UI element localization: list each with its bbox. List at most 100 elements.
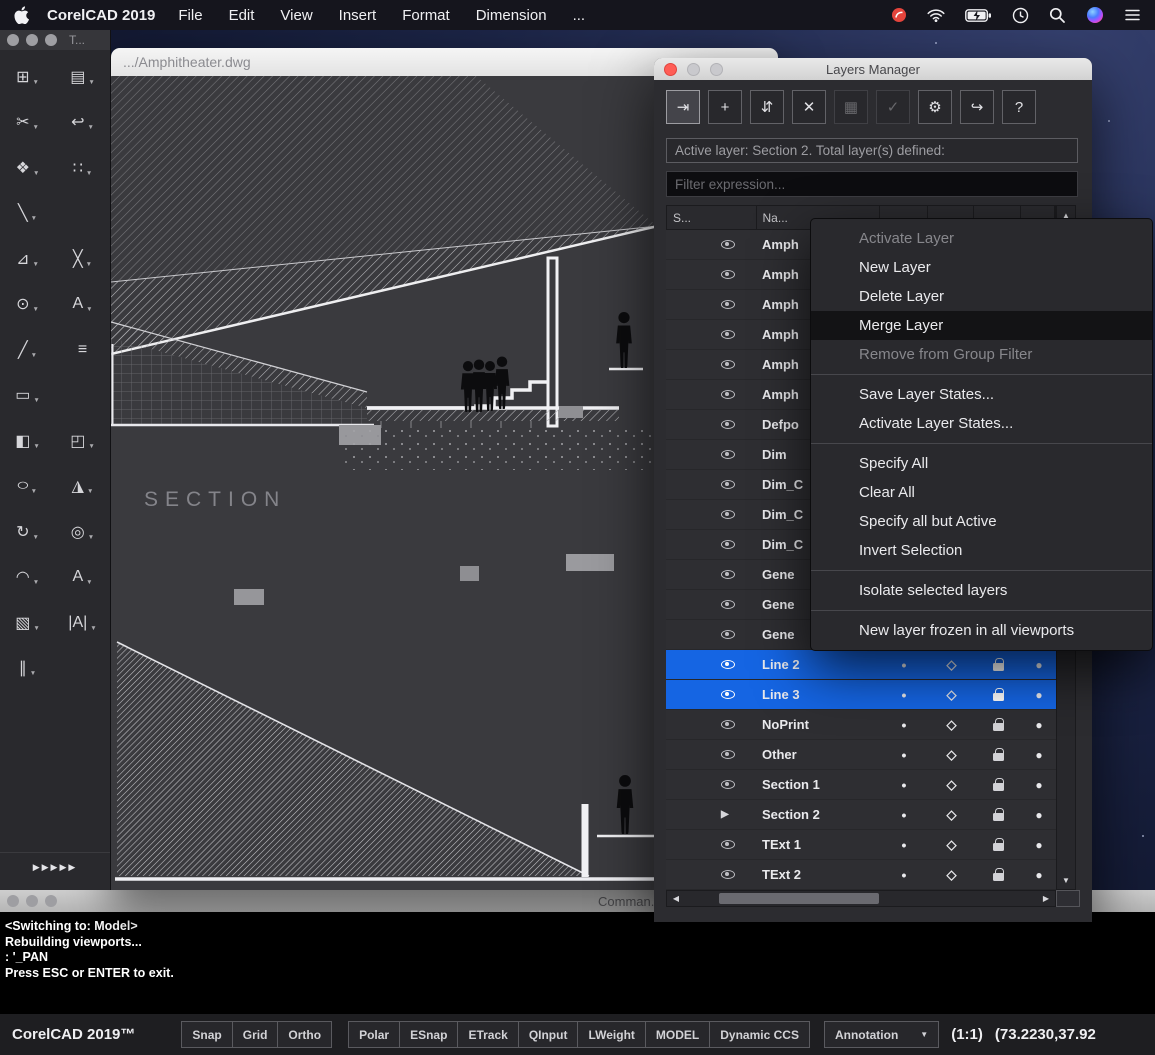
toggle-panel-button[interactable]: ⇥ (666, 90, 700, 124)
layer-visibility-icon[interactable] (721, 480, 735, 489)
layer-visibility-icon[interactable] (721, 600, 735, 609)
rectangle-tool[interactable]: ▭▼ (0, 385, 55, 405)
box-tool[interactable]: ◧▼ (0, 431, 55, 451)
scroll-down-icon[interactable]: ▼ (1057, 871, 1075, 889)
tool-palette-titlebar[interactable]: T... (0, 30, 110, 50)
menubar-app-name[interactable]: CorelCAD 2019 (47, 7, 155, 24)
active-layer-arrow-icon[interactable]: ▶ (721, 809, 729, 820)
layer-visibility-icon[interactable] (721, 630, 735, 639)
close-window-button[interactable] (7, 34, 19, 46)
ellipse-tool[interactable]: ○▼ (0, 477, 55, 495)
trim-tool[interactable]: ╱▼ (0, 340, 55, 360)
layer-visibility-icon[interactable] (721, 240, 735, 249)
layer-visibility-icon[interactable] (721, 840, 735, 849)
minimize-window-button[interactable] (26, 895, 38, 907)
layer-frozen-icon[interactable]: ◇ (947, 687, 957, 703)
flyout-caret-icon[interactable]: ▼ (88, 443, 94, 450)
menubar-menu-dimension[interactable]: Dimension (463, 7, 560, 24)
flyout-caret-icon[interactable]: ▼ (88, 79, 94, 86)
red-app-icon[interactable] (891, 7, 907, 23)
flyout-caret-icon[interactable]: ▼ (86, 261, 92, 268)
filter-expression-input[interactable] (666, 171, 1078, 197)
layer-color-icon[interactable]: • (902, 717, 907, 733)
status-toggle-grid[interactable]: Grid (233, 1022, 279, 1047)
layer-lock-icon[interactable] (993, 813, 1004, 821)
flyout-caret-icon[interactable]: ▼ (90, 625, 96, 632)
context-menu-item-specify-all-but-active[interactable]: Specify all but Active (811, 507, 1152, 536)
layer-lock-icon[interactable] (993, 723, 1004, 731)
layer-color-icon[interactable]: • (902, 777, 907, 793)
layer-color-icon[interactable]: • (902, 867, 907, 883)
resize-grip[interactable] (1056, 890, 1080, 907)
layer-frozen-icon[interactable]: ◇ (947, 867, 957, 883)
context-menu-item-merge-layer[interactable]: Merge Layer (811, 311, 1152, 340)
status-toggle-polar[interactable]: Polar (349, 1022, 400, 1047)
flyout-caret-icon[interactable]: ▼ (33, 397, 39, 404)
layer-row-line-3[interactable]: Line 3•◇● (666, 680, 1056, 710)
flyout-caret-icon[interactable]: ▼ (31, 352, 37, 359)
menubar-menu-edit[interactable]: Edit (216, 7, 268, 24)
flyout-caret-icon[interactable]: ▼ (31, 215, 37, 222)
layer-lock-icon[interactable] (993, 753, 1004, 761)
insert-block-tool[interactable]: ⊞▼ (0, 67, 55, 87)
layer-visibility-icon[interactable] (721, 570, 735, 579)
layer-export-button[interactable]: ↪ (960, 90, 994, 124)
status-toggle-snap[interactable]: Snap (182, 1022, 232, 1047)
horizontal-scrollbar[interactable]: ◀ ▶ (666, 890, 1056, 907)
toolbar-expand-button[interactable]: ▶▶▶▶▶ (0, 852, 110, 882)
layer-print-icon[interactable]: ● (1035, 838, 1042, 852)
line-tool[interactable]: ╲▼ (0, 203, 55, 223)
zoom-window-button[interactable] (45, 34, 57, 46)
context-menu-item-clear-all[interactable]: Clear All (811, 478, 1152, 507)
layer-visibility-icon[interactable] (721, 450, 735, 459)
scroll-left-icon[interactable]: ◀ (667, 891, 685, 906)
menubar-menu-file[interactable]: File (165, 7, 215, 24)
flyout-caret-icon[interactable]: ▼ (33, 170, 39, 177)
siri-icon[interactable] (1086, 6, 1104, 24)
status-toggle-ortho[interactable]: Ortho (278, 1022, 331, 1047)
flyout-caret-icon[interactable]: ▼ (32, 124, 38, 131)
flyout-caret-icon[interactable]: ▼ (87, 124, 93, 131)
rotate-tool[interactable]: ↻▼ (0, 522, 55, 542)
flyout-caret-icon[interactable]: ▼ (32, 306, 38, 313)
layer-visibility-icon[interactable] (721, 300, 735, 309)
undo-tool[interactable]: ↩▼ (55, 112, 110, 132)
move-tool[interactable]: ❖▼ (0, 158, 55, 178)
zoom-window-button[interactable] (710, 63, 723, 76)
wifi-icon[interactable] (927, 8, 945, 22)
flyout-caret-icon[interactable]: ▼ (31, 488, 37, 495)
layer-visibility-icon[interactable] (721, 870, 735, 879)
flyout-caret-icon[interactable]: ▼ (32, 79, 38, 86)
context-menu-item-activate-layer-states[interactable]: Activate Layer States... (811, 409, 1152, 438)
layer-color-icon[interactable]: • (902, 807, 907, 823)
flyout-caret-icon[interactable]: ▼ (33, 625, 39, 632)
layer-row-text-1[interactable]: TExt 1•◇● (666, 830, 1056, 860)
clock-icon[interactable] (1012, 7, 1029, 24)
layer-print-icon[interactable]: ● (1035, 808, 1042, 822)
pattern-tool[interactable]: ∷▼ (55, 158, 110, 178)
status-toggle-model[interactable]: MODEL (646, 1022, 710, 1047)
layer-settings-button[interactable]: ⚙ (918, 90, 952, 124)
flyout-caret-icon[interactable]: ▼ (32, 261, 38, 268)
apple-menu[interactable] (14, 6, 29, 24)
layer-print-icon[interactable]: ● (1035, 778, 1042, 792)
layer-visibility-icon[interactable] (721, 330, 735, 339)
layer-color-icon[interactable]: • (902, 837, 907, 853)
layer-frozen-icon[interactable]: ◇ (947, 807, 957, 823)
menubar-menu-view[interactable]: View (267, 7, 325, 24)
status-toggle-qinput[interactable]: QInput (519, 1022, 579, 1047)
horizontal-scrollbar-thumb[interactable] (719, 893, 879, 904)
flyout-caret-icon[interactable]: ▼ (33, 579, 39, 586)
layer-frozen-icon[interactable]: ◇ (947, 837, 957, 853)
context-menu-item-new-layer[interactable]: New Layer (811, 253, 1152, 282)
minimize-window-button[interactable] (687, 63, 700, 76)
layer-row-section-1[interactable]: Section 1•◇● (666, 770, 1056, 800)
flyout-caret-icon[interactable]: ▼ (86, 579, 92, 586)
layer-row-line-2[interactable]: Line 2•◇● (666, 650, 1056, 680)
layer-print-icon[interactable]: ● (1035, 718, 1042, 732)
menubar-menu-insert[interactable]: Insert (326, 7, 390, 24)
pyramid-tool[interactable]: ◮▼ (55, 476, 110, 496)
help-button[interactable]: ? (1002, 90, 1036, 124)
layer-row-other[interactable]: Other•◇● (666, 740, 1056, 770)
flyout-caret-icon[interactable]: ▼ (88, 534, 94, 541)
